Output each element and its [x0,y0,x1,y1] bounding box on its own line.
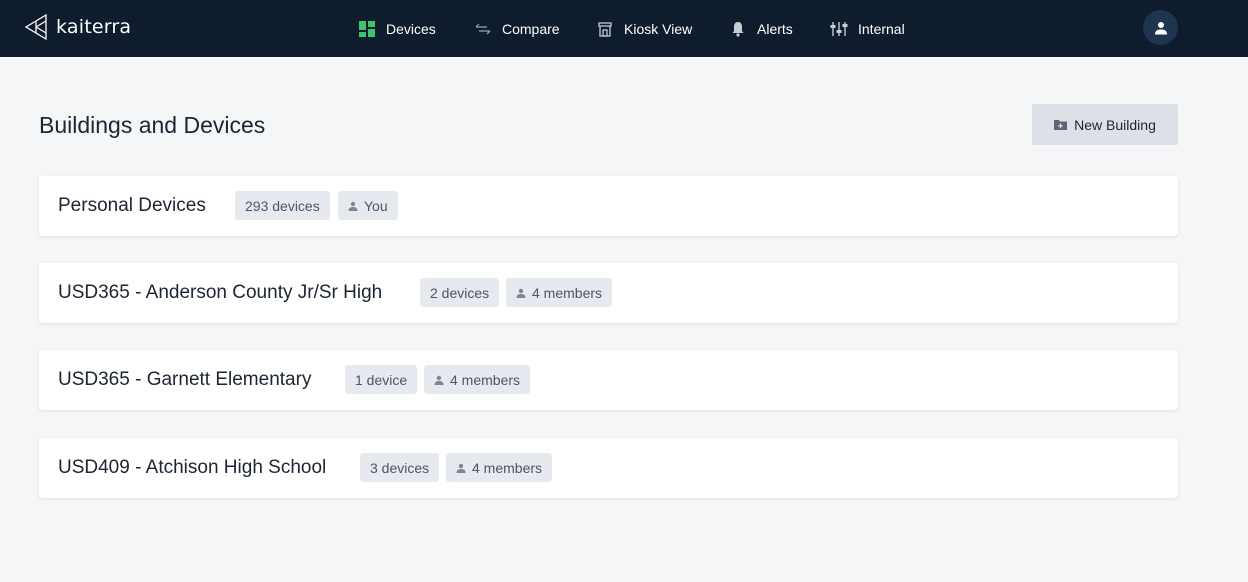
members-label: 4 members [472,459,543,476]
members-badge: 4 members [446,453,553,482]
new-building-label: New Building [1074,116,1156,133]
nav-compare-label: Compare [502,20,560,37]
folder-plus-icon [1054,120,1068,130]
page-title: Buildings and Devices [39,112,266,138]
building-name: Personal Devices [58,195,206,216]
user-avatar-button[interactable] [1143,10,1178,45]
members-label: 4 members [532,284,603,301]
nav-internal-label: Internal [858,20,905,37]
bell-icon [729,20,747,38]
device-count-badge: 1 device [345,365,418,394]
nav-alerts[interactable]: Alerts [729,0,793,57]
building-card-usd365-anderson[interactable]: USD365 - Anderson County Jr/Sr High 2 de… [39,263,1178,323]
building-name: USD365 - Anderson County Jr/Sr High [58,282,383,303]
kaiterra-logo-icon [24,13,47,41]
grid-icon [358,20,376,38]
nav-internal[interactable]: Internal [830,0,905,57]
building-card-usd409-atchison[interactable]: USD409 - Atchison High School 3 devices … [39,438,1178,498]
new-building-button[interactable]: New Building [1032,104,1178,145]
compare-arrows-icon [474,20,492,38]
user-icon [1154,21,1167,34]
person-icon [348,201,358,211]
kaiterra-logo[interactable]: kaiterra [24,12,131,42]
members-label: You [364,197,388,214]
person-icon [516,288,526,298]
building-name: USD409 - Atchison High School [58,457,327,478]
person-icon [456,463,466,473]
nav-kiosk-view[interactable]: Kiosk View [596,0,692,57]
kiosk-icon [596,20,614,38]
logo-text: kaiterra [56,16,132,38]
nav-devices-label: Devices [386,20,436,37]
members-badge: 4 members [506,278,613,307]
person-icon [434,375,444,385]
device-count-badge: 293 devices [235,191,330,220]
building-card-usd365-garnett[interactable]: USD365 - Garnett Elementary 1 device 4 m… [39,350,1178,410]
device-count-badge: 2 devices [420,278,500,307]
nav-kiosk-view-label: Kiosk View [624,20,693,37]
members-badge: 4 members [424,365,531,394]
nav-devices[interactable]: Devices [358,0,436,57]
members-badge: You [338,191,398,220]
nav-alerts-label: Alerts [757,20,793,37]
members-label: 4 members [450,371,521,388]
nav-compare[interactable]: Compare [474,0,560,57]
building-card-personal-devices[interactable]: Personal Devices 293 devices You [39,176,1178,236]
sliders-icon [830,20,848,38]
building-name: USD365 - Garnett Elementary [58,369,312,390]
top-nav-bar: kaiterra Devices Compare Kiosk View Aler… [0,0,1248,57]
device-count-badge: 3 devices [360,453,440,482]
